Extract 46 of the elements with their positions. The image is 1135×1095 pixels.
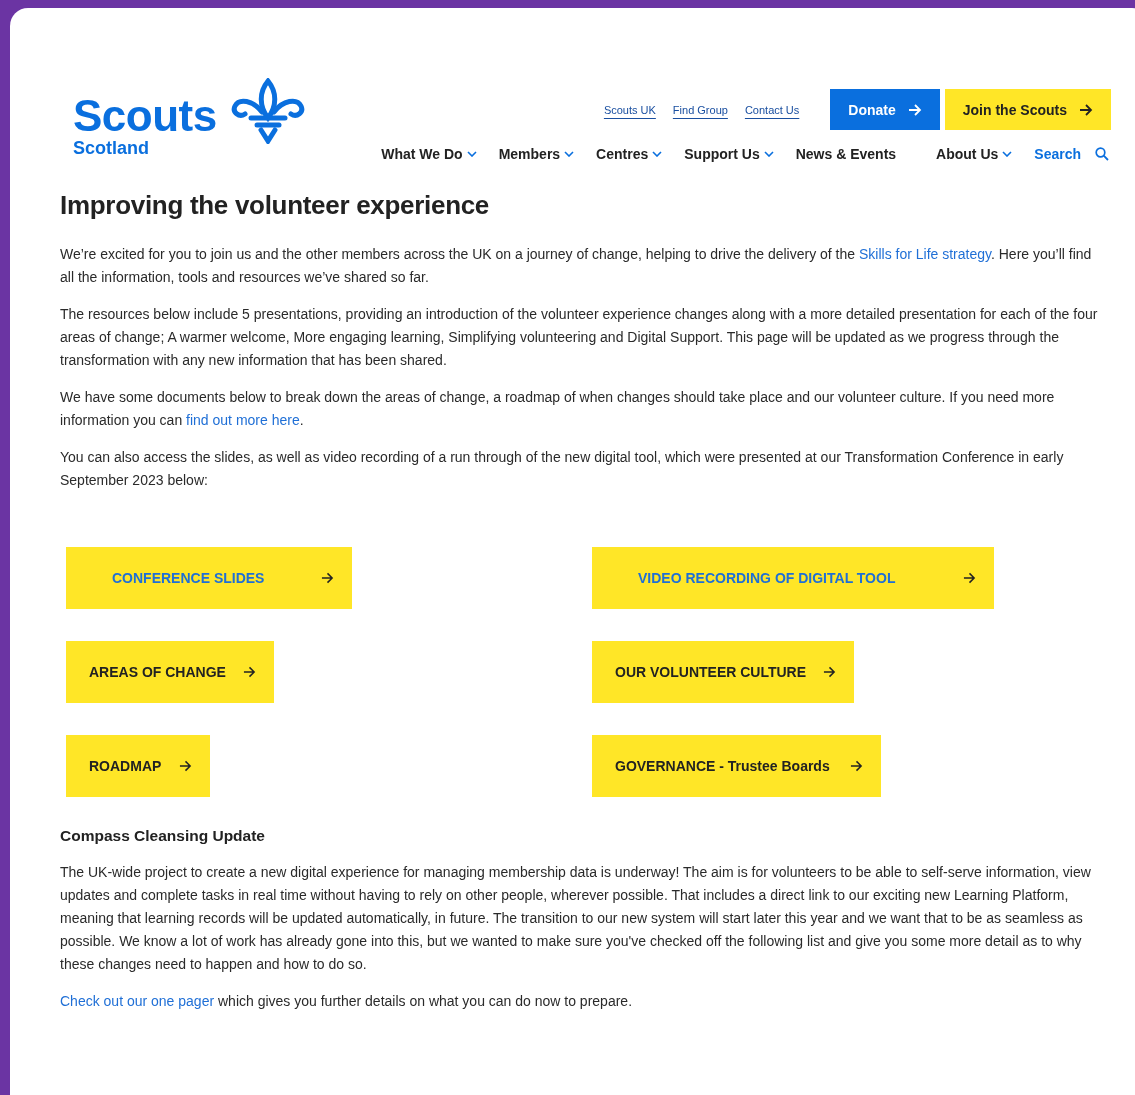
header-button[interactable]: Donate xyxy=(830,89,940,130)
chevron-down-icon xyxy=(564,151,575,157)
arrow-right-icon xyxy=(850,760,863,772)
arrow-right-icon xyxy=(907,103,922,116)
resource-button[interactable]: VIDEO RECORDING OF DIGITAL TOOL xyxy=(592,547,994,609)
arrow-right-icon xyxy=(963,572,976,584)
utility-link[interactable]: Find Group xyxy=(672,103,728,116)
nav-item[interactable]: What We Do xyxy=(381,146,477,162)
text-link[interactable]: Check out our one pager xyxy=(60,993,215,1009)
resource-button[interactable]: ROADMAP xyxy=(66,735,210,797)
nav-item[interactable]: Centres xyxy=(596,146,663,162)
body-paragraph: We’re excited for you to join us and the other members across the UK on a journey of change, helping to drive the delivery of the Skills for Life strategy. Here you’ll find all the information, tools and resources we’ve shared so far. xyxy=(60,245,1093,287)
utility-link[interactable]: Scouts UK xyxy=(603,103,656,116)
nav-item[interactable]: Support Us xyxy=(684,146,774,162)
resource-button[interactable]: CONFERENCE SLIDES xyxy=(66,547,352,609)
nav-item[interactable]: Members xyxy=(498,146,575,162)
resource-button[interactable]: AREAS OF CHANGE xyxy=(66,641,274,703)
body-paragraph: We have some documents below to break down the areas of change, a roadmap of when changes should take place and our volunteer culture. If you need more information you can find out more here. xyxy=(60,388,1056,430)
page-heading: Improving the volunteer experience xyxy=(60,190,491,221)
fleur-de-lis-icon xyxy=(230,78,305,144)
logo-region: Scotland xyxy=(73,138,150,158)
text-link[interactable]: find out more here xyxy=(186,412,300,428)
chevron-down-icon xyxy=(652,151,663,157)
nav-item[interactable]: News & Events xyxy=(795,146,897,162)
chevron-down-icon xyxy=(763,151,774,157)
body-paragraph: You can also access the slides, as well as video recording of a run through of the new digital tool, which were presented at our Transformation Conference in early September 2023 below: xyxy=(60,448,1065,490)
logo-wordmark: Scouts xyxy=(73,94,217,138)
chevron-down-icon xyxy=(466,151,477,157)
utility-link[interactable]: Contact Us xyxy=(744,103,800,116)
section-heading: Compass Cleansing Update xyxy=(60,827,266,845)
body-paragraph: The UK-wide project to create a new digital experience for managing membership data is underway! The aim is for volunteers to be able to self-serve information, view updates and complete tasks in real time without having to rely on other people, wherever possible. That includes a direct link to our exciting new Learning Platform, meaning that learning records will be updated automatically, in future. The transition to our new system will start later this year and we want that to be as seamless as possible. We know a lot of work has already gone into this, but we wanted to make sure you've checked off the following list and give you some more detail as to why these changes need to happen and how to do so. xyxy=(60,863,1092,974)
chevron-down-icon xyxy=(1002,151,1013,157)
header-button[interactable]: Join the Scouts xyxy=(944,89,1111,130)
arrow-right-icon xyxy=(243,666,256,678)
arrow-right-icon xyxy=(823,666,836,678)
search-icon[interactable] xyxy=(1095,147,1109,161)
body-paragraph: Check out our one pager which gives you further details on what you can do now to prepare. xyxy=(60,992,634,1011)
search-link[interactable]: Search xyxy=(1034,146,1081,162)
resource-button[interactable]: OUR VOLUNTEER CULTURE xyxy=(592,641,854,703)
body-paragraph: The resources below include 5 presentations, providing an introduction of the volunteer experience changes along with a more detailed presentation for each of the four areas of change; A warmer welcome, More engaging learning, Simplifying volunteering and Digital Support. This page will be updated as we progress through the transformation with any new information that has been shared. xyxy=(60,305,1099,370)
resource-button[interactable]: GOVERNANCE - Trustee Boards xyxy=(592,735,881,797)
arrow-right-icon xyxy=(179,760,192,772)
nav-item[interactable]: About Us xyxy=(936,146,1013,162)
arrow-right-icon xyxy=(1079,103,1093,116)
text-link[interactable]: Skills for Life strategy xyxy=(858,246,991,262)
arrow-right-icon xyxy=(321,572,334,584)
